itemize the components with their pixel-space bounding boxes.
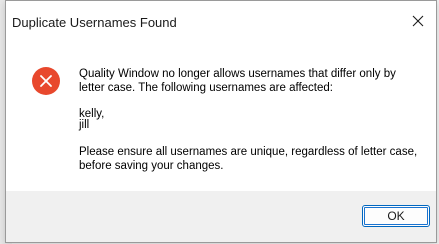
message-outro: Please ensure all usernames are unique, … [79, 146, 418, 172]
list-item: jill [79, 119, 90, 131]
close-button[interactable] [400, 3, 436, 39]
affected-usernames-list: kelly, jill [79, 108, 424, 131]
error-icon [31, 66, 61, 96]
list-item: kelly, [79, 108, 105, 120]
ok-button[interactable]: OK [362, 205, 430, 227]
close-icon [412, 15, 424, 27]
message-intro: Quality Window no longer allows username… [79, 68, 396, 94]
dialog-footer: OK [6, 191, 436, 242]
dialog-message: Quality Window no longer allows username… [79, 67, 424, 173]
dialog-titlebar[interactable]: Duplicate Usernames Found [6, 1, 436, 43]
dialog-content: Quality Window no longer allows username… [6, 43, 436, 193]
dialog-title: Duplicate Usernames Found [12, 15, 177, 30]
duplicate-usernames-dialog: Duplicate Usernames Found Quality Window… [5, 0, 437, 243]
